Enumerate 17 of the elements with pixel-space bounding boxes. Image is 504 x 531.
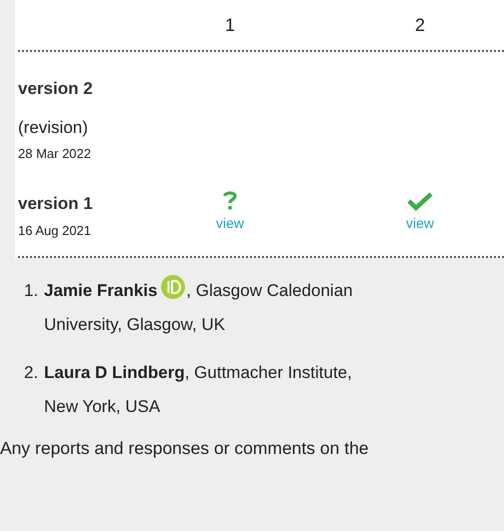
- view-link[interactable]: view: [216, 215, 244, 231]
- version-title: version 2: [18, 78, 94, 100]
- version-title: version 1: [18, 193, 94, 215]
- checkmark-icon: [407, 191, 433, 211]
- list-number: 2.: [24, 362, 40, 384]
- reviewer-column-heading: 2: [414, 14, 426, 36]
- reviewer-affiliation: Laura D Lindberg, Guttmacher Institute, New York, USA: [44, 362, 353, 418]
- version-status: (revision): [18, 117, 89, 139]
- id-badge-icon[interactable]: [161, 275, 186, 299]
- reviewer-affiliation: Jamie Frankis , Glasgow Caledonian University, Glasgow, UK: [44, 274, 374, 342]
- list-number: 1.: [24, 280, 40, 302]
- reviewer-column-heading: 1: [224, 14, 236, 36]
- version-date: 16 Aug 2021: [18, 223, 92, 238]
- version-date: 28 Mar 2022: [18, 146, 92, 161]
- footer-text: Any reports and responses or comments on the: [0, 438, 370, 459]
- view-link[interactable]: view: [406, 215, 434, 231]
- question-mark-icon: [223, 191, 237, 211]
